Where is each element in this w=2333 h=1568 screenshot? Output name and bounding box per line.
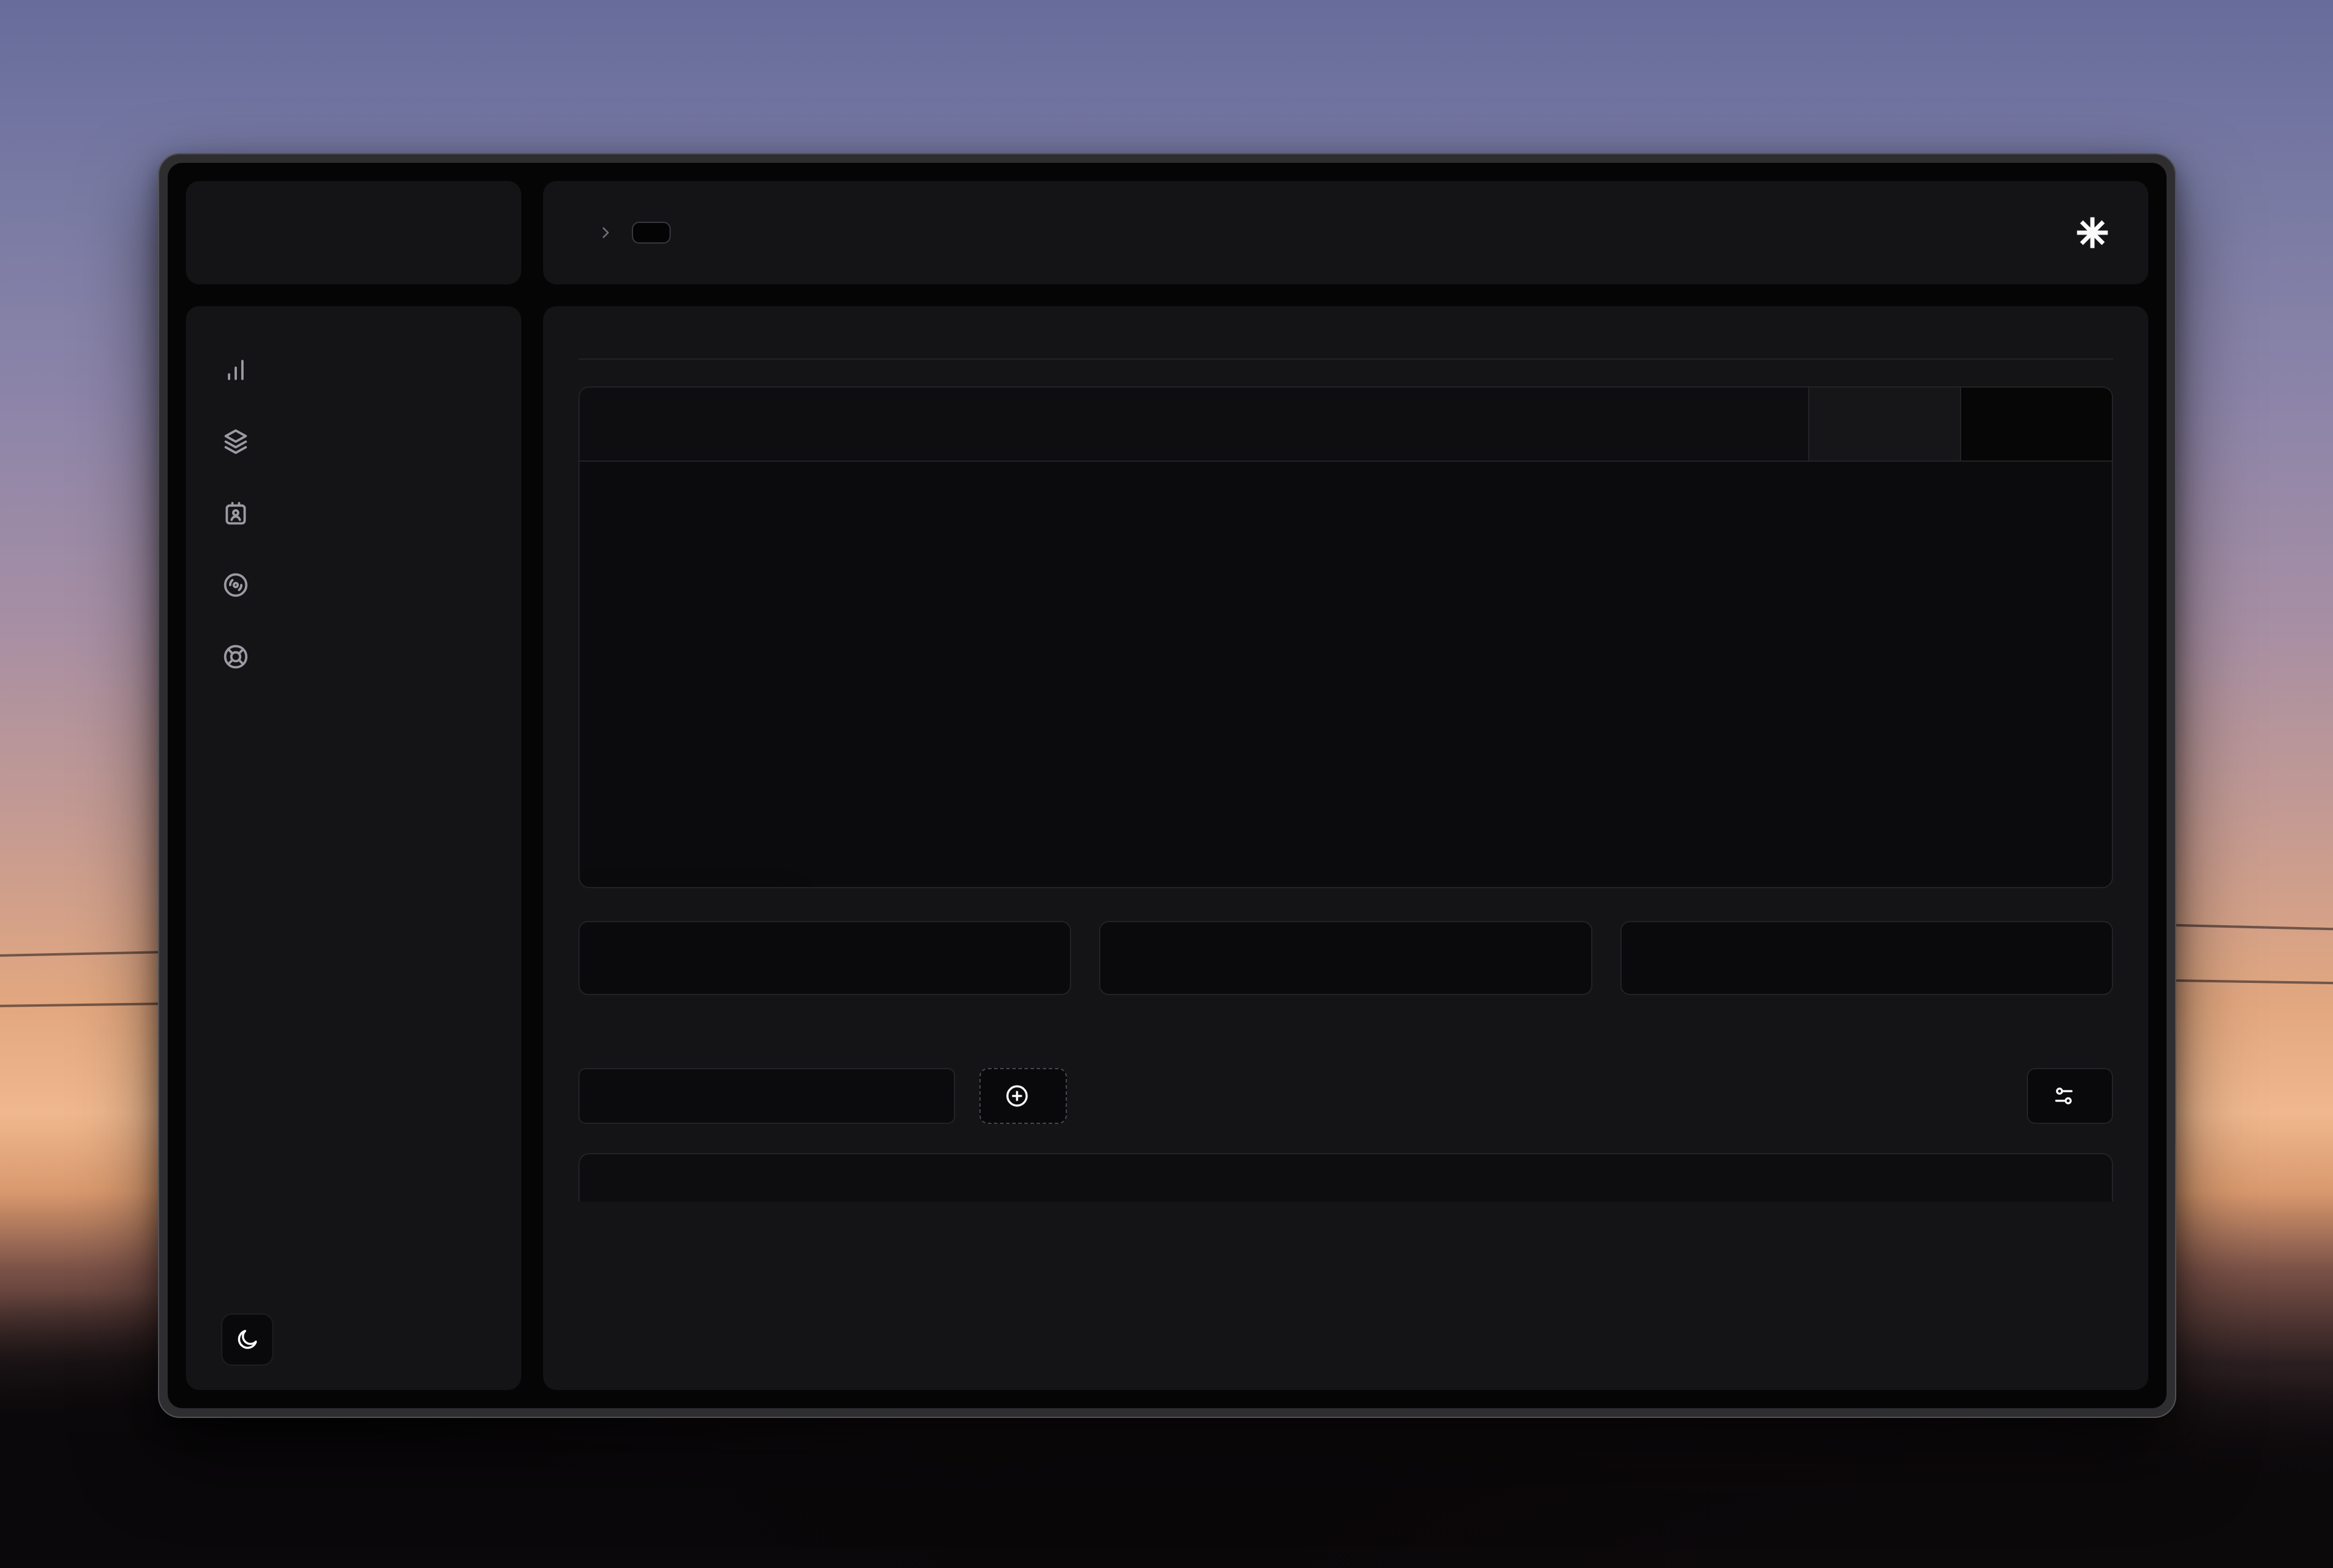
- power-line: [0, 1002, 165, 1007]
- leads-table-top-edge: [578, 1153, 2113, 1202]
- overview-header: [580, 388, 2112, 462]
- account-info: [186, 1265, 521, 1275]
- sidebar-item-endpoints[interactable]: [186, 406, 521, 478]
- overview-chart: [580, 462, 2112, 887]
- desktop-background: [0, 0, 2333, 1568]
- moon-icon: [235, 1327, 259, 1352]
- sidebar: [186, 306, 521, 1390]
- circle-plus-icon: [1005, 1084, 1029, 1108]
- bar-chart-icon: [222, 357, 249, 383]
- power-line: [0, 951, 165, 957]
- divider: [578, 358, 2113, 360]
- main-panel: [543, 306, 2148, 1390]
- endpoints-button[interactable]: [979, 1068, 1067, 1124]
- life-buoy-icon: [222, 643, 249, 670]
- sidebar-item-logs[interactable]: [186, 549, 521, 621]
- sidebar-item-dashboard[interactable]: [186, 334, 521, 406]
- power-line: [2170, 979, 2333, 985]
- chart-tooltip: [580, 887, 792, 888]
- sidebar-item-support[interactable]: [186, 621, 521, 693]
- card-logs[interactable]: [1620, 921, 2113, 995]
- router-overview-card: [578, 386, 2113, 888]
- overview-chart-area[interactable]: [580, 462, 2112, 887]
- logo-card: [186, 181, 521, 284]
- view-button[interactable]: [2027, 1068, 2113, 1124]
- power-line: [2170, 923, 2333, 931]
- sliders-icon: [2052, 1084, 2075, 1108]
- recent-leads-controls: [578, 1068, 2113, 1124]
- card-endpoints[interactable]: [578, 921, 1072, 995]
- sidebar-item-leads[interactable]: [186, 478, 521, 549]
- asterisk-icon[interactable]: [2073, 213, 2112, 252]
- breadcrumb-current[interactable]: [632, 222, 671, 244]
- app-content: [168, 163, 2167, 1408]
- theme-toggle-button[interactable]: [221, 1313, 273, 1366]
- disc-icon: [222, 572, 249, 598]
- stat-tile-errors[interactable]: [1960, 388, 2112, 460]
- chevron-right-icon: [597, 224, 615, 242]
- layers-icon: [222, 428, 249, 455]
- stat-tile-leads[interactable]: [1808, 388, 1960, 460]
- card-leads[interactable]: [1099, 921, 1592, 995]
- app-window: [158, 153, 2176, 1418]
- overview-titles: [580, 388, 1808, 460]
- sidebar-footer: [186, 1313, 521, 1366]
- contact-card-icon: [222, 500, 249, 527]
- filter-leads-input[interactable]: [578, 1068, 955, 1124]
- shortcut-cards: [578, 921, 2113, 995]
- header-bar: [543, 181, 2148, 284]
